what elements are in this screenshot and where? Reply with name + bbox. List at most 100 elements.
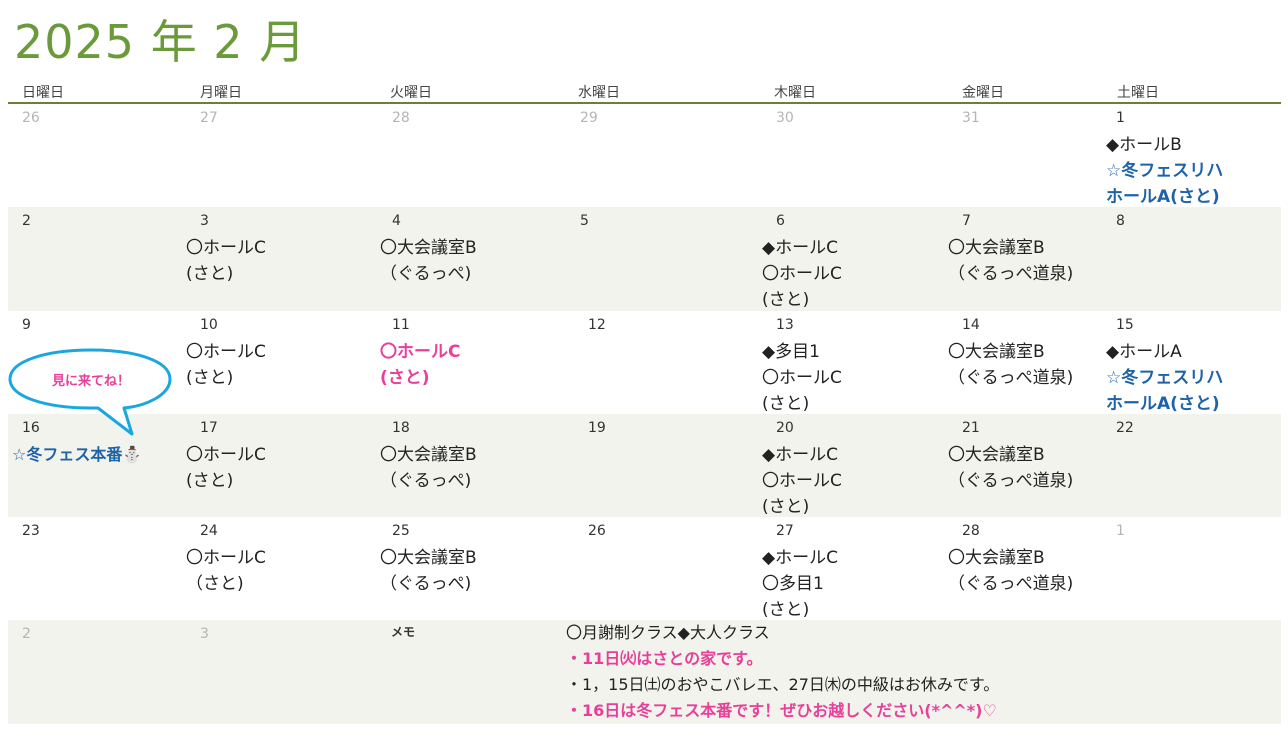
- day-number: 13: [776, 317, 794, 333]
- event-line: 〇大会議室B: [948, 445, 1045, 465]
- event-list: ◆ホールC 〇ホールC (さと): [762, 235, 842, 313]
- weekday-monday: 月曜日: [200, 85, 242, 101]
- day-cell[interactable]: 25 〇大会議室B （ぐるっぺ): [376, 517, 566, 620]
- day-cell[interactable]: 7 〇大会議室B （ぐるっぺ道泉): [944, 207, 1102, 311]
- day-cell[interactable]: 18 〇大会議室B （ぐるっぺ): [376, 414, 566, 517]
- day-cell[interactable]: 15 ◆ホールA ☆冬フェスリハ ホールA(さと): [1102, 311, 1281, 414]
- day-cell[interactable]: 14 〇大会議室B （ぐるっぺ道泉): [944, 311, 1102, 414]
- weekday-thursday: 木曜日: [774, 85, 816, 101]
- day-cell[interactable]: 6 ◆ホールC 〇ホールC (さと): [754, 207, 944, 311]
- day-cell[interactable]: 5: [566, 207, 754, 311]
- event-list: 〇大会議室B （ぐるっぺ道泉): [948, 545, 1073, 597]
- weekday-sunday: 日曜日: [22, 85, 64, 101]
- day-cell[interactable]: 26: [8, 104, 186, 207]
- event-line: ◆ホールC: [762, 445, 838, 465]
- event-line: ☆冬フェスリハ: [1106, 161, 1224, 181]
- day-cell[interactable]: 3 〇ホールC (さと): [186, 207, 376, 311]
- event-line: ◆ホールC: [762, 238, 838, 258]
- event-list: 〇ホールC (さと): [186, 339, 266, 391]
- day-cell[interactable]: 29: [566, 104, 754, 207]
- event-line: 〇大会議室B: [380, 445, 477, 465]
- day-number: 23: [22, 523, 40, 539]
- speech-bubble: 見に来てね！: [6, 348, 176, 440]
- day-cell[interactable]: 31: [944, 104, 1102, 207]
- event-line: （さと): [186, 574, 244, 594]
- day-cell[interactable]: 28: [376, 104, 566, 207]
- day-number: 8: [1116, 213, 1125, 229]
- event-line: （ぐるっぺ): [380, 264, 472, 284]
- day-cell[interactable]: 11 〇ホールC (さと): [376, 311, 566, 414]
- day-cell[interactable]: 22: [1102, 414, 1281, 517]
- day-cell[interactable]: 4 〇大会議室B （ぐるっぺ): [376, 207, 566, 311]
- day-cell[interactable]: 23: [8, 517, 186, 620]
- page-title: 2025 年 2 月: [14, 15, 307, 69]
- day-number: 25: [392, 523, 410, 539]
- day-cell[interactable]: 20 ◆ホールC 〇ホールC (さと): [754, 414, 944, 517]
- event-list: ◆ホールB ☆冬フェスリハ ホールA(さと): [1106, 132, 1223, 210]
- day-cell[interactable]: 28 〇大会議室B （ぐるっぺ道泉): [944, 517, 1102, 620]
- day-cell[interactable]: 13 ◆多目1 〇ホールC (さと): [754, 311, 944, 414]
- day-cell[interactable]: 21 〇大会議室B （ぐるっぺ道泉): [944, 414, 1102, 517]
- event-line: (さと): [186, 264, 234, 284]
- day-number: 14: [962, 317, 980, 333]
- weekday-saturday: 土曜日: [1117, 85, 1159, 101]
- event-line: 〇ホールC: [762, 471, 842, 491]
- event-list: 〇大会議室B （ぐるっぺ道泉): [948, 235, 1073, 287]
- day-cell[interactable]: 2: [8, 620, 186, 724]
- day-number: 18: [392, 420, 410, 436]
- day-number: 26: [22, 110, 40, 126]
- day-cell[interactable]: 27 ◆ホールC 〇多目1 (さと): [754, 517, 944, 620]
- day-number: 3: [200, 213, 209, 229]
- day-cell[interactable]: 2: [8, 207, 186, 311]
- event-line: 〇大会議室B: [380, 548, 477, 568]
- day-number: 20: [776, 420, 794, 436]
- day-number: 6: [776, 213, 785, 229]
- day-cell[interactable]: 26: [566, 517, 754, 620]
- day-cell[interactable]: 12: [566, 311, 754, 414]
- day-number: 3: [200, 626, 209, 642]
- day-cell[interactable]: 17 〇ホールC (さと): [186, 414, 376, 517]
- event-list: 〇大会議室B （ぐるっぺ): [380, 545, 477, 597]
- event-line: 〇大会議室B: [948, 548, 1045, 568]
- event-line: 〇大会議室B: [380, 238, 477, 258]
- event-list: 〇大会議室B （ぐるっぺ): [380, 235, 477, 287]
- day-cell[interactable]: 1: [1102, 517, 1281, 620]
- event-list: ◆ホールC 〇ホールC (さと): [762, 442, 842, 520]
- event-list: ◆ホールC 〇多目1 (さと): [762, 545, 838, 623]
- event-line: 〇大会議室B: [948, 238, 1045, 258]
- day-cell[interactable]: 19: [566, 414, 754, 517]
- day-number: 29: [580, 110, 598, 126]
- day-cell[interactable]: 8: [1102, 207, 1281, 311]
- week-row-2: 2 3 〇ホールC (さと) 4 〇大会議室B （ぐるっぺ) 5 6 ◆ホールC…: [8, 207, 1281, 311]
- day-number: 17: [200, 420, 218, 436]
- day-number: 19: [588, 420, 606, 436]
- memo-line: 〇月謝制クラス◆大人クラス: [566, 623, 770, 642]
- day-number: 5: [580, 213, 589, 229]
- day-cell[interactable]: 1 ◆ホールB ☆冬フェスリハ ホールA(さと): [1102, 104, 1281, 207]
- day-cell[interactable]: 27: [186, 104, 376, 207]
- day-cell[interactable]: 10 〇ホールC (さと): [186, 311, 376, 414]
- memo-row: 2 3 メモ 〇月謝制クラス◆大人クラス ・11日㈫はさとの家です。 ・1，15…: [8, 620, 1281, 724]
- week-row-3: 9 10 〇ホールC (さと) 11 〇ホールC (さと) 12 13 ◆多目1…: [8, 311, 1281, 414]
- day-number: 1: [1116, 523, 1125, 539]
- memo-label: メモ: [391, 625, 416, 639]
- event-line: ◆多目1: [762, 342, 820, 362]
- day-cell[interactable]: 24 〇ホールC （さと): [186, 517, 376, 620]
- day-number: 22: [1116, 420, 1134, 436]
- day-cell[interactable]: 3: [186, 620, 376, 724]
- weekday-tuesday: 火曜日: [390, 85, 432, 101]
- event-list: ◆多目1 〇ホールC (さと): [762, 339, 842, 417]
- week-row-5: 23 24 〇ホールC （さと) 25 〇大会議室B （ぐるっぺ) 26 27 …: [8, 517, 1281, 620]
- event-line: 〇ホールC: [186, 342, 266, 362]
- event-line: 〇ホールC: [186, 238, 266, 258]
- event-line: 〇ホールC: [762, 264, 842, 284]
- weekday-wednesday: 水曜日: [578, 85, 620, 101]
- memo-text[interactable]: 〇月謝制クラス◆大人クラス ・11日㈫はさとの家です。 ・1，15日㈯のおやこバ…: [566, 620, 999, 724]
- event-list: 〇ホールC (さと): [186, 235, 266, 287]
- memo-line: ・11日㈫はさとの家です。: [566, 649, 763, 668]
- day-number: 31: [962, 110, 980, 126]
- day-cell[interactable]: 30: [754, 104, 944, 207]
- event-line: (さと): [380, 368, 430, 388]
- event-list: ☆冬フェス本番⛄: [12, 442, 142, 468]
- event-line: （ぐるっぺ道泉): [948, 368, 1074, 388]
